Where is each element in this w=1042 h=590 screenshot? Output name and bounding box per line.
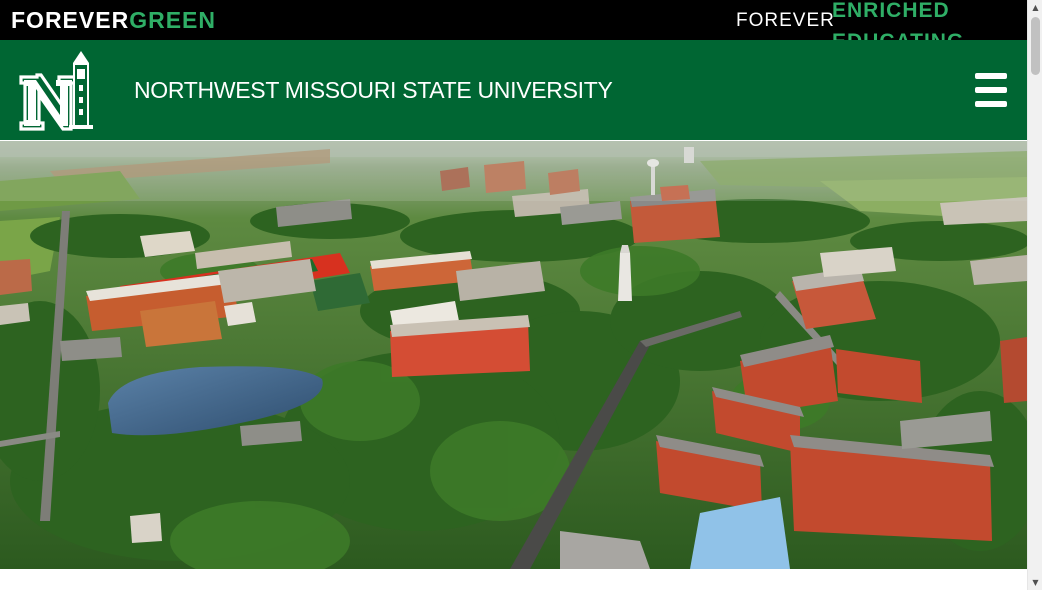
tagline-word: ENRICHED bbox=[832, 0, 950, 22]
scroll-down-arrow-icon[interactable]: ▼ bbox=[1028, 575, 1042, 590]
content-area bbox=[0, 569, 1027, 590]
tagline-word: EDUCATING bbox=[832, 26, 964, 40]
scrollbar-thumb[interactable] bbox=[1031, 17, 1040, 75]
menu-bar-icon bbox=[975, 87, 1007, 93]
university-name-link[interactable]: NORTHWEST MISSOURI STATE UNIVERSITY bbox=[134, 76, 613, 104]
page-viewport: FOREVERGREEN FOREVER ENRICHED EDUCATING bbox=[0, 0, 1027, 590]
hamburger-menu-button[interactable] bbox=[972, 73, 1010, 107]
northwest-n-logo-icon bbox=[19, 51, 93, 131]
campaign-bar: FOREVERGREEN FOREVER ENRICHED EDUCATING bbox=[0, 0, 1027, 40]
campaign-word-green: GREEN bbox=[129, 7, 216, 33]
menu-bar-icon bbox=[975, 73, 1007, 79]
forevergreen-campaign-logo[interactable]: FOREVERGREEN bbox=[11, 7, 216, 33]
campus-aerial-hero-image bbox=[0, 141, 1027, 569]
page-scrollbar[interactable]: ▲ ▼ bbox=[1027, 0, 1042, 590]
site-header: NORTHWEST MISSOURI STATE UNIVERSITY bbox=[0, 40, 1027, 140]
university-logo-link[interactable] bbox=[19, 49, 96, 131]
tagline-rotating-words: ENRICHED EDUCATING bbox=[832, 0, 964, 40]
campus-aerial-photo-icon bbox=[0, 141, 1027, 569]
tagline-prefix: FOREVER bbox=[736, 10, 835, 31]
campaign-word-forever: FOREVER bbox=[11, 7, 130, 33]
menu-bar-icon bbox=[975, 101, 1007, 107]
scroll-up-arrow-icon[interactable]: ▲ bbox=[1028, 0, 1042, 15]
